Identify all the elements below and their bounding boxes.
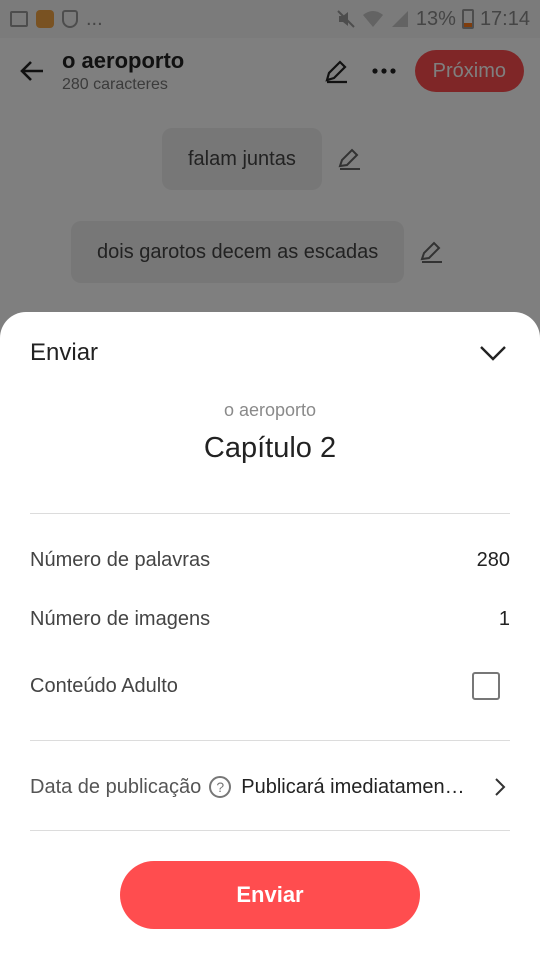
image-count-label: Número de imagens <box>30 607 211 630</box>
sheet-header: Enviar <box>30 334 510 372</box>
story-name: o aeroporto <box>223 400 317 420</box>
chapter-name: Capítulo 2 <box>203 432 337 464</box>
adult-content-label: Conteúdo Adulto <box>30 674 178 697</box>
question-icon[interactable]: ? <box>209 776 232 798</box>
word-count-label: Número de palavras <box>30 548 211 571</box>
publish-date-row[interactable]: Data de publicação ? Publicará imediatam… <box>30 767 510 807</box>
chevron-down-icon <box>480 346 506 361</box>
publish-bottom-sheet: Enviar o aeroporto Capítulo 2 Número de … <box>0 312 540 960</box>
sheet-title: Enviar <box>30 339 99 366</box>
collapse-button[interactable] <box>476 336 510 370</box>
publish-date-value: Publicará imediatamen… <box>241 775 465 798</box>
divider <box>30 830 510 831</box>
adult-content-checkbox[interactable] <box>472 672 500 700</box>
image-count-row: Número de imagens 1 <box>30 599 510 639</box>
send-button[interactable]: Enviar <box>120 861 420 929</box>
divider <box>30 740 510 741</box>
image-count-value: 1 <box>498 607 510 630</box>
divider <box>30 513 510 514</box>
chevron-right-icon <box>495 778 506 796</box>
adult-content-row: Conteúdo Adulto <box>30 666 510 706</box>
publish-date-label: Data de publicação <box>30 775 202 798</box>
word-count-value: 280 <box>476 548 510 571</box>
word-count-row: Número de palavras 280 <box>30 540 510 580</box>
